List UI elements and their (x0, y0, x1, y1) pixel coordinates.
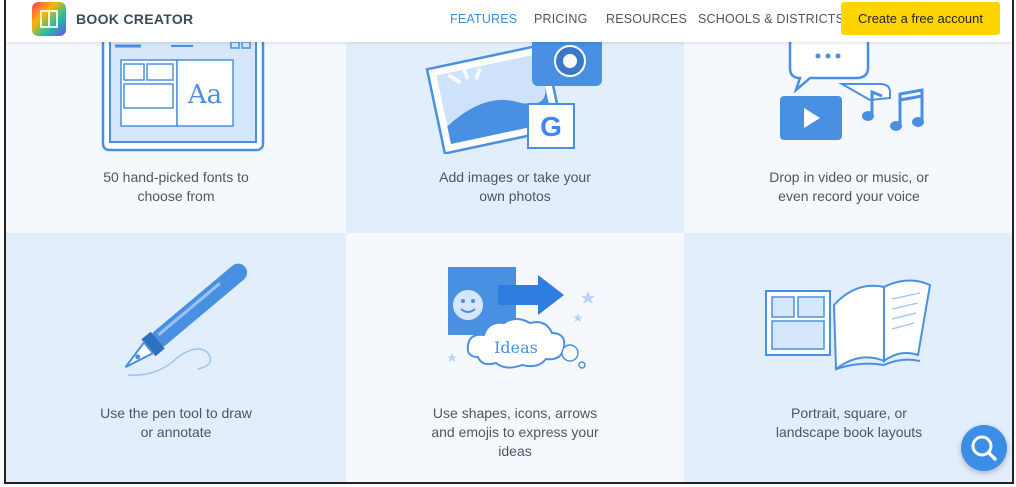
images-illustration: G (425, 36, 602, 154)
top-navbar: BOOK CREATOR FEATURES PRICING RESOURCES … (6, 0, 1012, 42)
fonts-illustration: Aa (101, 36, 265, 152)
fonts-caption-line2: choose from (137, 188, 215, 204)
feature-card-shapes: Ideas Use shapes, icons, arrows and emoj… (346, 233, 684, 482)
book-creator-logo-icon[interactable] (32, 2, 66, 36)
feature-card-pen: Use the pen tool to draw or annotate (6, 233, 346, 482)
images-caption-line1: Add images or take your (439, 169, 591, 185)
create-account-button[interactable]: Create a free account (841, 2, 1000, 35)
brand-name[interactable]: BOOK CREATOR (76, 11, 193, 27)
media-caption-line2: even record your voice (778, 188, 920, 204)
shapes-caption-line1: Use shapes, icons, arrows (432, 405, 598, 421)
search-icon (971, 435, 997, 461)
media-caption-line1: Drop in video or music, or (769, 169, 929, 185)
pen-caption-line1: Use the pen tool to draw (100, 405, 252, 421)
nav-features[interactable]: FEATURES (450, 12, 517, 26)
page-frame: Aa 50 hand-picked fonts to choose from G… (4, 0, 1014, 484)
layouts-caption-line1: Portrait, square, or (791, 405, 907, 421)
shapes-caption-line2: and emojis to express your (431, 424, 599, 440)
search-button[interactable] (961, 425, 1007, 471)
nav-schools-districts[interactable]: SCHOOLS & DISTRICTS (698, 12, 844, 26)
pen-illustration (124, 263, 248, 376)
nav-resources[interactable]: RESOURCES (606, 12, 687, 26)
shapes-illustration: Ideas (447, 267, 595, 369)
layouts-illustration (765, 279, 932, 371)
images-caption-line2: own photos (479, 188, 551, 204)
shapes-caption-line3: ideas (498, 443, 532, 459)
svg-text:G: G (540, 111, 562, 142)
fonts-caption-line1: 50 hand-picked fonts to (103, 169, 249, 185)
media-illustration (780, 34, 924, 140)
svg-text:Aa: Aa (187, 80, 222, 110)
nav-pricing[interactable]: PRICING (534, 12, 588, 26)
features-grid: Aa 50 hand-picked fonts to choose from G… (6, 0, 1012, 482)
svg-text:Ideas: Ideas (494, 338, 538, 357)
pen-caption-line2: or annotate (140, 424, 212, 440)
